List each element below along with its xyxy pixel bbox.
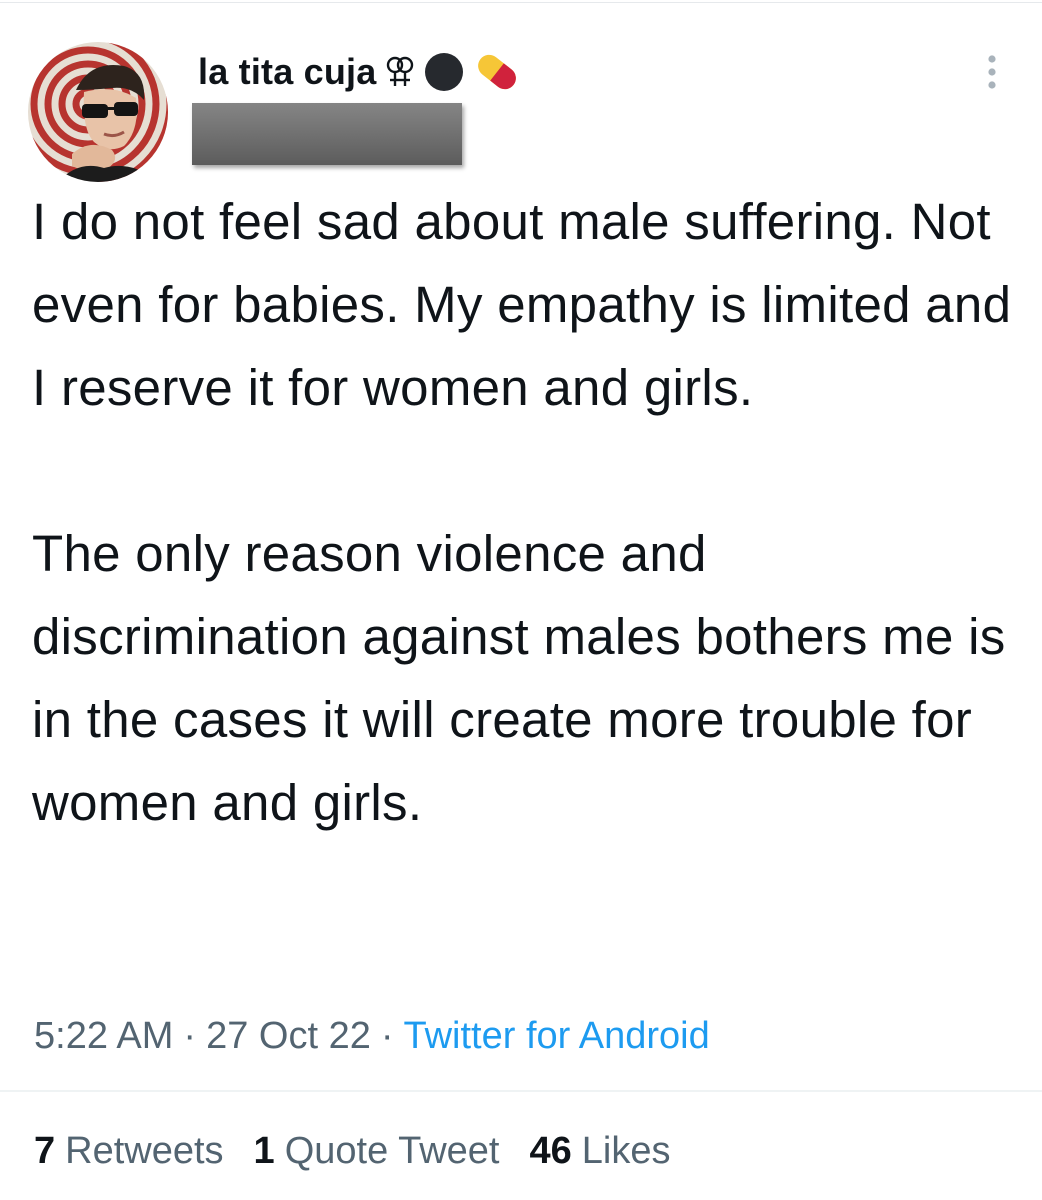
likes-label: Likes: [581, 1129, 671, 1172]
author-name-row: la tita cuja: [198, 44, 520, 100]
retweets-stat[interactable]: 7 Retweets: [34, 1130, 224, 1173]
likes-count: 46: [529, 1129, 572, 1172]
doubled-female-sign-icon: [386, 55, 414, 89]
tweet-metadata: 5:22 AM · 27 Oct 22 · Twitter for Androi…: [34, 1010, 710, 1062]
more-options-button[interactable]: [970, 50, 1014, 94]
retweets-label: Retweets: [65, 1129, 224, 1172]
quote-tweets-label: Quote Tweet: [284, 1129, 500, 1172]
tweet-text: I do not feel sad about male suffering. …: [32, 193, 1012, 831]
pill-icon: [474, 51, 520, 93]
separator: ·: [380, 1014, 394, 1057]
separator: ·: [183, 1014, 197, 1057]
divider: [0, 1090, 1042, 1092]
redacted-handle: [192, 103, 462, 165]
avatar[interactable]: [28, 42, 168, 182]
tweet-time[interactable]: 5:22 AM: [34, 1015, 173, 1058]
likes-stat[interactable]: 46 Likes: [529, 1130, 670, 1173]
display-name[interactable]: la tita cuja: [198, 51, 376, 93]
tweet-source-link[interactable]: Twitter for Android: [404, 1015, 710, 1058]
more-options-icon: [988, 55, 996, 89]
engagement-stats: 7 Retweets 1 Quote Tweet 46 Likes: [34, 1124, 700, 1178]
quote-tweets-count: 1: [253, 1129, 275, 1172]
quote-tweets-stat[interactable]: 1 Quote Tweet: [254, 1130, 500, 1173]
tweet-date[interactable]: 27 Oct 22: [206, 1015, 371, 1058]
retweets-count: 7: [34, 1129, 56, 1172]
black-circle-icon: [424, 52, 464, 92]
top-divider: [0, 2, 1042, 3]
